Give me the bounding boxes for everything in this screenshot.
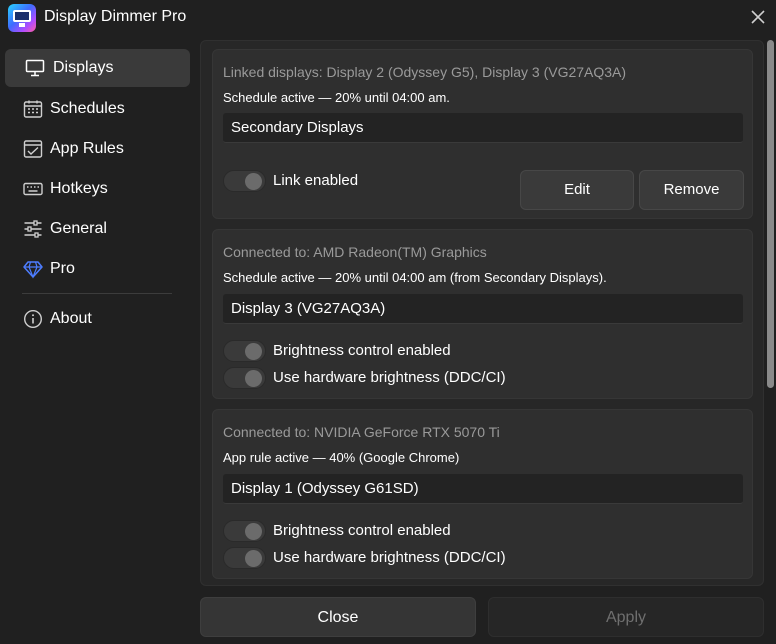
hardware-brightness-row: Use hardware brightness (DDC/CI): [223, 367, 543, 389]
sidebar-item-label: App Rules: [50, 140, 124, 157]
sidebar-item-general[interactable]: General: [5, 210, 190, 248]
sidebar-item-label: Hotkeys: [50, 180, 108, 197]
diamond-icon: [23, 261, 43, 279]
calendar-icon: [23, 100, 43, 118]
toggle-label: Brightness control enabled: [273, 342, 451, 359]
schedule-status-text: Schedule active — 20% until 04:00 am (fr…: [223, 270, 607, 285]
display-card: Connected to: NVIDIA GeForce RTX 5070 Ti…: [212, 409, 753, 579]
toggle-label: Use hardware brightness (DDC/CI): [273, 369, 506, 386]
connected-gpu-text: Connected to: NVIDIA GeForce RTX 5070 Ti: [223, 424, 500, 440]
scrollbar-thumb[interactable]: [767, 40, 774, 388]
display-name-value: Display 3 (VG27AQ3A): [231, 300, 386, 317]
brightness-control-row: Brightness control enabled: [223, 520, 543, 542]
remove-button[interactable]: Remove: [639, 170, 744, 210]
group-name-field[interactable]: Secondary Displays: [223, 113, 743, 143]
info-icon: [23, 309, 43, 329]
sliders-icon: [24, 220, 42, 238]
hardware-brightness-toggle[interactable]: [223, 367, 266, 389]
sidebar-item-label: Schedules: [50, 100, 125, 117]
sidebar-item-label: About: [50, 310, 92, 327]
display-name-field[interactable]: Display 1 (Odyssey G61SD): [223, 474, 743, 504]
brightness-control-toggle[interactable]: [223, 520, 266, 542]
hardware-brightness-row: Use hardware brightness (DDC/CI): [223, 547, 543, 569]
apply-button[interactable]: Apply: [488, 597, 764, 637]
linked-displays-text: Linked displays: Display 2 (Odyssey G5),…: [223, 64, 627, 80]
brightness-control-toggle[interactable]: [223, 340, 266, 362]
sidebar-item-about[interactable]: About: [5, 300, 190, 338]
sidebar: Displays Schedules App Rules Hotkeys Gen…: [0, 42, 196, 644]
close-button[interactable]: Close: [200, 597, 476, 637]
sidebar-item-hotkeys[interactable]: Hotkeys: [5, 170, 190, 208]
window-title: Display Dimmer Pro: [44, 8, 187, 25]
displays-panel: Linked displays: Display 2 (Odyssey G5),…: [200, 40, 764, 586]
app-logo-icon: [8, 4, 36, 32]
app-rules-icon: [23, 140, 43, 158]
toggle-label: Link enabled: [273, 172, 359, 189]
display-name-field[interactable]: Display 3 (VG27AQ3A): [223, 294, 743, 324]
edit-button[interactable]: Edit: [520, 170, 634, 210]
sidebar-item-app-rules[interactable]: App Rules: [5, 130, 190, 168]
sidebar-divider: [22, 293, 172, 294]
hardware-brightness-toggle[interactable]: [223, 547, 266, 569]
title-bar: Display Dimmer Pro: [0, 0, 776, 36]
display-card: Connected to: AMD Radeon(TM) Graphics Sc…: [212, 229, 753, 399]
display-group-card: Linked displays: Display 2 (Odyssey G5),…: [212, 49, 753, 219]
app-rule-status-text: App rule active — 40% (Google Chrome): [223, 450, 460, 465]
group-name-value: Secondary Displays: [231, 119, 364, 136]
sidebar-item-schedules[interactable]: Schedules: [5, 90, 190, 128]
sidebar-item-label: General: [50, 220, 107, 237]
toggle-label: Brightness control enabled: [273, 522, 451, 539]
sidebar-item-pro[interactable]: Pro: [5, 250, 190, 288]
sidebar-item-displays[interactable]: Displays: [5, 49, 190, 87]
brightness-control-row: Brightness control enabled: [223, 340, 543, 362]
vertical-scrollbar[interactable]: [766, 40, 774, 586]
link-enabled-toggle[interactable]: [223, 170, 266, 192]
schedule-status-text: Schedule active — 20% until 04:00 am.: [223, 90, 450, 105]
monitor-icon: [25, 59, 45, 77]
toggle-label: Use hardware brightness (DDC/CI): [273, 549, 506, 566]
keyboard-icon: [23, 182, 43, 196]
link-enabled-row: Link enabled: [223, 170, 423, 192]
display-name-value: Display 1 (Odyssey G61SD): [231, 480, 419, 497]
close-window-icon[interactable]: [747, 6, 769, 28]
sidebar-item-label: Pro: [50, 260, 75, 277]
connected-gpu-text: Connected to: AMD Radeon(TM) Graphics: [223, 244, 487, 260]
sidebar-item-label: Displays: [53, 59, 114, 76]
